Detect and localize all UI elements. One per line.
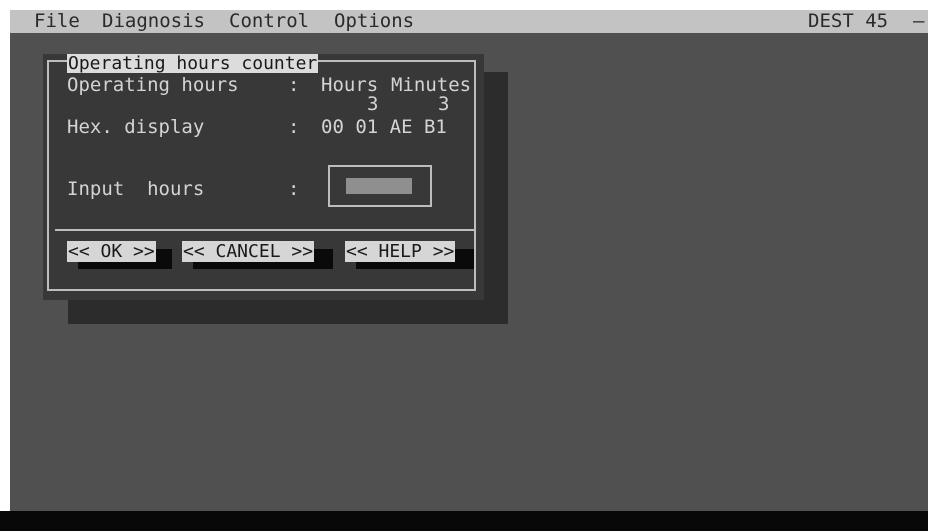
menu-control[interactable]: Control xyxy=(229,10,309,33)
cancel-button[interactable]: << CANCEL >> xyxy=(182,241,315,262)
menu-options[interactable]: Options xyxy=(334,10,414,33)
hours-value: 3 xyxy=(367,93,379,115)
menu-diagnosis[interactable]: Diagnosis xyxy=(102,10,205,33)
input-hours-field[interactable] xyxy=(346,178,412,194)
dialog-title: Operating hours counter xyxy=(67,53,319,74)
screen-bottom-border xyxy=(0,511,928,531)
operating-hours-dialog: Operating hours counter Operating hours … xyxy=(43,54,484,300)
hex-display-label: Hex. display xyxy=(67,116,205,138)
input-hours-label: Input hours xyxy=(67,178,205,200)
minutes-column-header: Minutes xyxy=(391,74,472,96)
ok-button[interactable]: << OK >> xyxy=(67,241,156,262)
input-hours-colon: : xyxy=(288,178,300,200)
button-separator xyxy=(55,229,475,231)
menu-bar: File Diagnosis Control Options DEST 45 – xyxy=(10,10,928,33)
menu-file[interactable]: File xyxy=(34,10,80,33)
operating-hours-colon: : xyxy=(288,74,300,96)
hours-column-header: Hours xyxy=(321,74,379,96)
device-label: DEST 45 xyxy=(808,10,889,32)
minutes-value: 3 xyxy=(438,93,450,115)
minimize-dash: – xyxy=(913,10,925,32)
input-hours-box xyxy=(328,165,432,207)
operating-hours-label: Operating hours xyxy=(67,74,239,96)
hex-display-colon: : xyxy=(288,116,300,138)
hex-display-value: 00 01 AE B1 xyxy=(321,116,447,138)
help-button[interactable]: << HELP >> xyxy=(345,241,456,262)
